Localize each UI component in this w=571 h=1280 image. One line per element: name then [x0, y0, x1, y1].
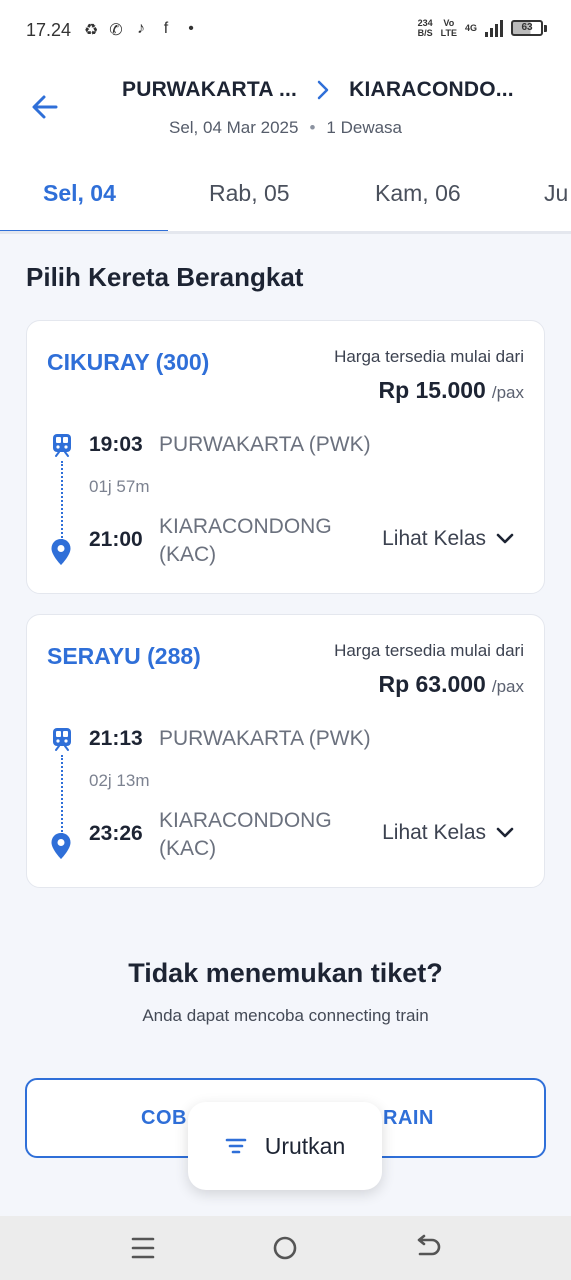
train-icon — [53, 434, 71, 457]
location-pin-icon — [51, 833, 71, 859]
battery-icon: 63 — [511, 20, 547, 36]
connecting-train-label-start: COB — [141, 1107, 187, 1129]
arrival-station: KIARACONDONG (KAC) — [159, 807, 359, 863]
departure-time: 21:13 — [89, 727, 143, 750]
price-amount: Rp 63.000 — [378, 671, 486, 697]
arrival-time: 21:00 — [89, 528, 143, 551]
tab-date-1[interactable]: Rab, 05 — [209, 180, 290, 207]
tab-date-2[interactable]: Kam, 06 — [375, 180, 461, 207]
facebook-icon: f — [163, 20, 169, 37]
arrival-station: KIARACONDONG (KAC) — [159, 513, 359, 569]
passenger-count: 1 Dewasa — [326, 118, 403, 137]
sync-icon: ♻ — [83, 22, 99, 39]
price: Rp 63.000 /pax — [378, 671, 524, 698]
departure-station: PURWAKARTA (PWK) — [159, 727, 371, 750]
train-icon — [53, 728, 71, 751]
more-notifications-icon: • — [188, 20, 194, 37]
view-class-label: Lihat Kelas — [382, 821, 486, 844]
chevron-down-icon — [496, 827, 514, 838]
recent-apps-button[interactable] — [128, 1234, 158, 1262]
price: Rp 15.000 /pax — [378, 377, 524, 404]
filter-lines-icon — [225, 1138, 247, 1154]
net-speed-unit: B/S — [417, 28, 433, 38]
departure-time: 19:03 — [89, 433, 143, 456]
sort-label: Urutkan — [264, 1132, 346, 1159]
price-label: Harga tersedia mulai dari — [334, 347, 524, 366]
network-type: 4G — [464, 23, 477, 33]
arrival-station-name: KIARACONDONG — [159, 515, 332, 538]
destination-station: KIARACONDO... — [349, 78, 514, 101]
system-nav-bar — [0, 1216, 571, 1280]
view-class-label: Lihat Kelas — [382, 527, 486, 550]
departure-station: PURWAKARTA (PWK) — [159, 433, 371, 456]
back-arrow-icon — [417, 1234, 441, 1256]
price-unit: /pax — [491, 383, 524, 402]
tab-date-3[interactable]: Ju — [544, 180, 568, 207]
signal-icon — [485, 19, 503, 37]
volte-indicator: Vo LTE — [441, 18, 457, 38]
price-unit: /pax — [491, 677, 524, 696]
battery-level: 63 — [511, 20, 543, 36]
notification-icons: ♻ ✆ ♪ f • — [82, 20, 200, 40]
location-pin-icon — [51, 539, 71, 565]
travel-duration: 01j 57m — [89, 477, 150, 496]
arrival-station-code: (KAC) — [159, 543, 217, 566]
home-button[interactable] — [270, 1234, 300, 1262]
tiktok-icon: ♪ — [137, 20, 145, 37]
trip-date: Sel, 04 Mar 2025 — [168, 118, 299, 137]
arrival-time: 23:26 — [89, 822, 143, 845]
journey-line — [61, 461, 63, 541]
chevron-right-icon — [317, 80, 329, 100]
date-tabs: Sel, 04 Rab, 05 Kam, 06 Ju — [0, 164, 571, 234]
not-found-title: Tidak menemukan tiket? — [128, 958, 443, 988]
arrival-station-name: KIARACONDONG — [159, 809, 332, 832]
header: PURWAKARTA ... KIARACONDO... Sel, 04 Mar… — [0, 64, 571, 164]
price-label: Harga tersedia mulai dari — [334, 641, 524, 660]
connecting-train-label-end: RAIN — [383, 1107, 434, 1129]
status-indicators: 234 B/S Vo LTE 4G 63 — [418, 18, 547, 38]
journey-line — [61, 755, 63, 835]
sort-button[interactable]: Urutkan — [188, 1102, 382, 1190]
home-circle-icon — [273, 1236, 297, 1260]
separator-dot: • — [309, 118, 316, 137]
view-class-button[interactable]: Lihat Kelas — [382, 527, 514, 551]
volte-bottom: LTE — [440, 28, 457, 38]
train-card[interactable]: CIKURAY (300) Harga tersedia mulai dari … — [26, 320, 545, 594]
price-amount: Rp 15.000 — [378, 377, 486, 403]
network-speed: 234 B/S — [418, 18, 433, 38]
section-title: Pilih Kereta Berangkat — [26, 262, 304, 292]
trip-meta: Sel, 04 Mar 2025 • 1 Dewasa — [0, 118, 571, 138]
back-nav-button[interactable] — [413, 1234, 443, 1262]
route-title: PURWAKARTA ... KIARACONDO... — [122, 78, 522, 102]
arrival-station-code: (KAC) — [159, 837, 217, 860]
view-class-button[interactable]: Lihat Kelas — [382, 821, 514, 845]
travel-duration: 02j 13m — [89, 771, 150, 790]
net-speed-value: 234 — [417, 18, 433, 28]
train-name: SERAYU (288) — [47, 643, 201, 669]
active-tab-indicator — [0, 230, 168, 231]
menu-icon — [131, 1237, 155, 1259]
not-found-subtitle: Anda dapat mencoba connecting train — [142, 1006, 429, 1025]
status-bar: 17.24 ♻ ✆ ♪ f • 234 B/S Vo LTE 4G 63 — [0, 0, 571, 64]
whatsapp-icon: ✆ — [109, 22, 123, 39]
train-name: CIKURAY (300) — [47, 349, 210, 375]
status-time: 17.24 — [26, 20, 72, 40]
tab-date-0[interactable]: Sel, 04 — [43, 180, 116, 207]
train-card[interactable]: SERAYU (288) Harga tersedia mulai dari R… — [26, 614, 545, 888]
volte-top: Vo — [443, 18, 455, 28]
chevron-down-icon — [496, 533, 514, 544]
origin-station: PURWAKARTA ... — [122, 78, 298, 101]
